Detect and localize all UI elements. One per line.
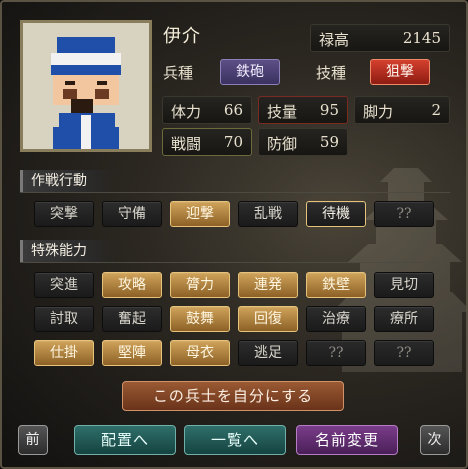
stat-label: 脚力 <box>363 103 394 121</box>
ability-button-learned[interactable]: 母衣 <box>170 340 230 366</box>
ability-button-learned[interactable]: 仕掛 <box>34 340 94 366</box>
stipend-box: 禄高 2145 <box>310 24 450 52</box>
ability-button[interactable]: 奮起 <box>102 306 162 332</box>
section-divider <box>20 192 450 193</box>
next-button[interactable]: 次 <box>420 425 450 455</box>
stat-label: 防御 <box>267 135 298 153</box>
stat-tairyoku: 体力 66 <box>162 96 252 124</box>
stat-bougyo: 防御 59 <box>258 128 348 156</box>
abilities-section-title: 特殊能力 <box>20 240 118 262</box>
assign-button[interactable]: 配置へ <box>74 425 176 455</box>
ability-button-learned[interactable]: 堅陣 <box>102 340 162 366</box>
stat-value: 95 <box>319 101 339 119</box>
stat-label: 体力 <box>171 103 202 121</box>
tactic-button[interactable]: 守備 <box>102 201 162 227</box>
stat-value: 2 <box>431 101 441 119</box>
unit-type-badge: 鉄砲 <box>220 59 280 85</box>
stat-giryou: 技量 95 <box>258 96 348 124</box>
ability-button[interactable]: 討取 <box>34 306 94 332</box>
tactic-button-locked[interactable]: ?? <box>374 201 434 227</box>
stat-label: 戦闘 <box>171 135 202 153</box>
soldier-avatar-icon <box>23 23 149 149</box>
stat-value: 59 <box>319 133 339 151</box>
tactic-button[interactable]: 突撃 <box>34 201 94 227</box>
ability-button-learned[interactable]: 連発 <box>238 272 298 298</box>
list-button[interactable]: 一覧へ <box>184 425 286 455</box>
stipend-value: 2145 <box>402 29 441 47</box>
ability-button[interactable]: 治療 <box>306 306 366 332</box>
ability-button-learned[interactable]: 鼓舞 <box>170 306 230 332</box>
skill-type-label: 技種 <box>316 64 347 82</box>
unit-type-label: 兵種 <box>163 64 194 82</box>
ability-button[interactable]: 見切 <box>374 272 434 298</box>
stat-value: 66 <box>223 101 243 119</box>
skill-type-badge: 狙撃 <box>370 59 430 85</box>
ability-button[interactable]: 突進 <box>34 272 94 298</box>
ability-button-learned[interactable]: 鉄壁 <box>306 272 366 298</box>
tactic-button[interactable]: 乱戦 <box>238 201 298 227</box>
stat-sentou: 戦闘 70 <box>162 128 252 156</box>
officer-name: 伊介 <box>163 26 201 47</box>
stipend-label: 禄高 <box>319 31 350 49</box>
ability-button-locked[interactable]: ?? <box>306 340 366 366</box>
ability-button[interactable]: 逃足 <box>238 340 298 366</box>
rename-button[interactable]: 名前変更 <box>296 425 398 455</box>
officer-detail-panel: 伊介 禄高 2145 兵種 鉄砲 技種 狙撃 体力 66 技量 95 脚力 2 … <box>0 0 468 469</box>
section-divider <box>20 262 450 263</box>
stat-value: 70 <box>223 133 243 151</box>
make-self-button[interactable]: この兵士を自分にする <box>122 381 344 411</box>
tactic-button-selected[interactable]: 迎撃 <box>170 201 230 227</box>
stat-kyakuryoku: 脚力 2 <box>354 96 450 124</box>
ability-button-locked[interactable]: ?? <box>374 340 434 366</box>
prev-button[interactable]: 前 <box>18 425 48 455</box>
tactic-button-active[interactable]: 待機 <box>306 201 366 227</box>
ability-button-learned[interactable]: 膂力 <box>170 272 230 298</box>
ability-button-learned[interactable]: 攻略 <box>102 272 162 298</box>
ability-button[interactable]: 療所 <box>374 306 434 332</box>
stat-label: 技量 <box>267 103 298 121</box>
ability-button-learned[interactable]: 回復 <box>238 306 298 332</box>
officer-portrait <box>20 20 152 152</box>
tactics-section-title: 作戦行動 <box>20 170 118 192</box>
